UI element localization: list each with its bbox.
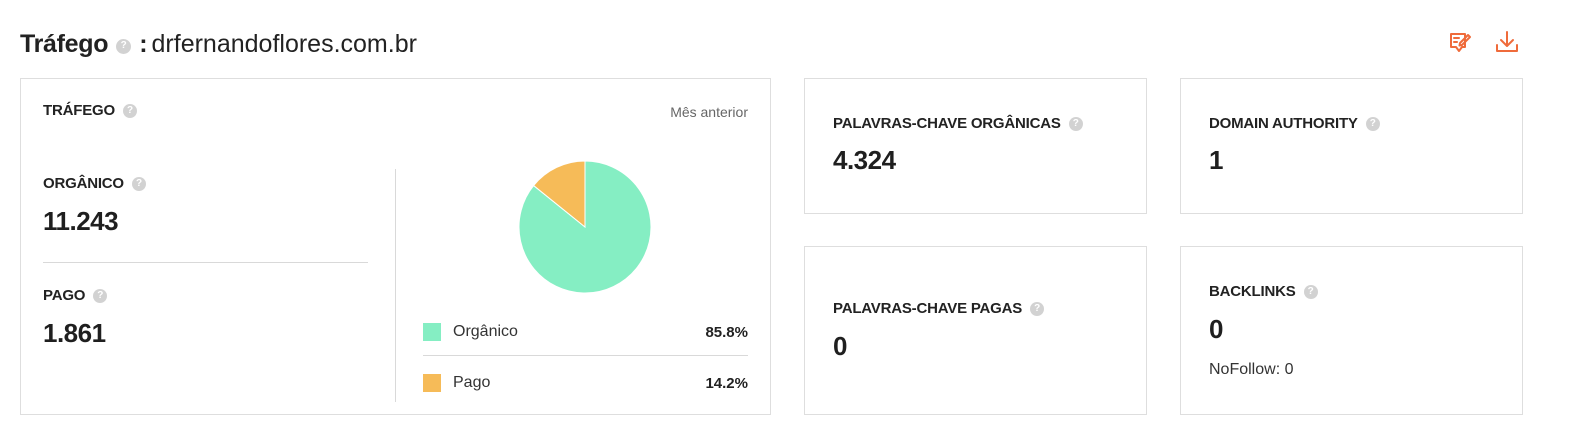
paid-keywords-label: PALAVRAS-CHAVE PAGAS <box>833 300 1023 317</box>
organic-label: ORGÂNICO <box>43 175 124 192</box>
paid-keywords-header: PALAVRAS-CHAVE PAGAS ? <box>833 300 1045 317</box>
domain-authority-card: DOMAIN AUTHORITY ? 1 <box>1180 78 1523 214</box>
backlinks-card: BACKLINKS ? 0 NoFollow: 0 <box>1180 246 1523 415</box>
nofollow-count: NoFollow: 0 <box>1209 361 1294 378</box>
organic-metric: ORGÂNICO ? 11.243 <box>43 175 146 237</box>
organic-value: 11.243 <box>43 206 119 236</box>
organic-header: ORGÂNICO ? <box>43 175 146 192</box>
paid-keywords-card: PALAVRAS-CHAVE PAGAS ? 0 <box>804 246 1147 415</box>
traffic-label: TRÁFEGO <box>43 102 115 119</box>
help-icon[interactable]: ? <box>122 103 137 118</box>
domain-name: drfernandoflores.com.br <box>151 29 417 58</box>
paid-keywords-value: 0 <box>833 331 847 361</box>
backlinks-header: BACKLINKS ? <box>1209 283 1318 300</box>
paid-metric: PAGO ? 1.861 <box>43 287 108 349</box>
backlinks-label: BACKLINKS <box>1209 283 1296 300</box>
traffic-pie-chart <box>518 160 652 294</box>
traffic-header: TRÁFEGO ? <box>43 102 137 119</box>
help-icon[interactable]: ? <box>93 288 108 303</box>
organic-keywords-value: 4.324 <box>833 145 896 175</box>
domain-authority-label: DOMAIN AUTHORITY <box>1209 115 1358 132</box>
divider <box>43 262 368 263</box>
divider <box>395 169 396 402</box>
help-icon[interactable]: ? <box>1030 301 1045 316</box>
legend-label: Orgânico <box>453 323 518 340</box>
paid-value: 1.861 <box>43 318 106 348</box>
divider <box>423 355 748 356</box>
paid-swatch <box>423 374 441 392</box>
edit-report-icon[interactable] <box>1445 28 1473 56</box>
legend-label: Pago <box>453 374 491 391</box>
backlinks-value: 0 <box>1209 314 1223 344</box>
help-icon[interactable]: ? <box>1303 284 1318 299</box>
paid-label: PAGO <box>43 287 86 304</box>
legend-item-organic: Orgânico 85.8% <box>423 318 748 346</box>
page-title-label: Tráfego <box>20 29 109 58</box>
page-title: Tráfego ? : drfernandoflores.com.br <box>20 26 417 62</box>
domain-authority-header: DOMAIN AUTHORITY ? <box>1209 115 1380 132</box>
help-icon[interactable]: ? <box>1365 116 1380 131</box>
organic-keywords-label: PALAVRAS-CHAVE ORGÂNICAS <box>833 115 1061 132</box>
help-icon[interactable]: ? <box>131 176 146 191</box>
period-label: Mês anterior <box>670 104 748 120</box>
help-icon[interactable]: ? <box>1068 116 1083 131</box>
legend-percent: 85.8% <box>705 323 748 341</box>
organic-keywords-card: PALAVRAS-CHAVE ORGÂNICAS ? 4.324 <box>804 78 1147 214</box>
organic-keywords-header: PALAVRAS-CHAVE ORGÂNICAS ? <box>833 115 1083 132</box>
download-icon[interactable] <box>1493 28 1521 56</box>
title-separator: : <box>139 29 148 58</box>
domain-authority-value: 1 <box>1209 145 1223 175</box>
traffic-card: TRÁFEGO ? Mês anterior ORGÂNICO ? 11.243… <box>20 78 771 415</box>
header-actions <box>1445 28 1521 56</box>
legend-item-paid: Pago 14.2% <box>423 369 748 397</box>
legend-percent: 14.2% <box>705 374 748 392</box>
organic-swatch <box>423 323 441 341</box>
help-icon[interactable]: ? <box>116 38 132 54</box>
paid-header: PAGO ? <box>43 287 108 304</box>
